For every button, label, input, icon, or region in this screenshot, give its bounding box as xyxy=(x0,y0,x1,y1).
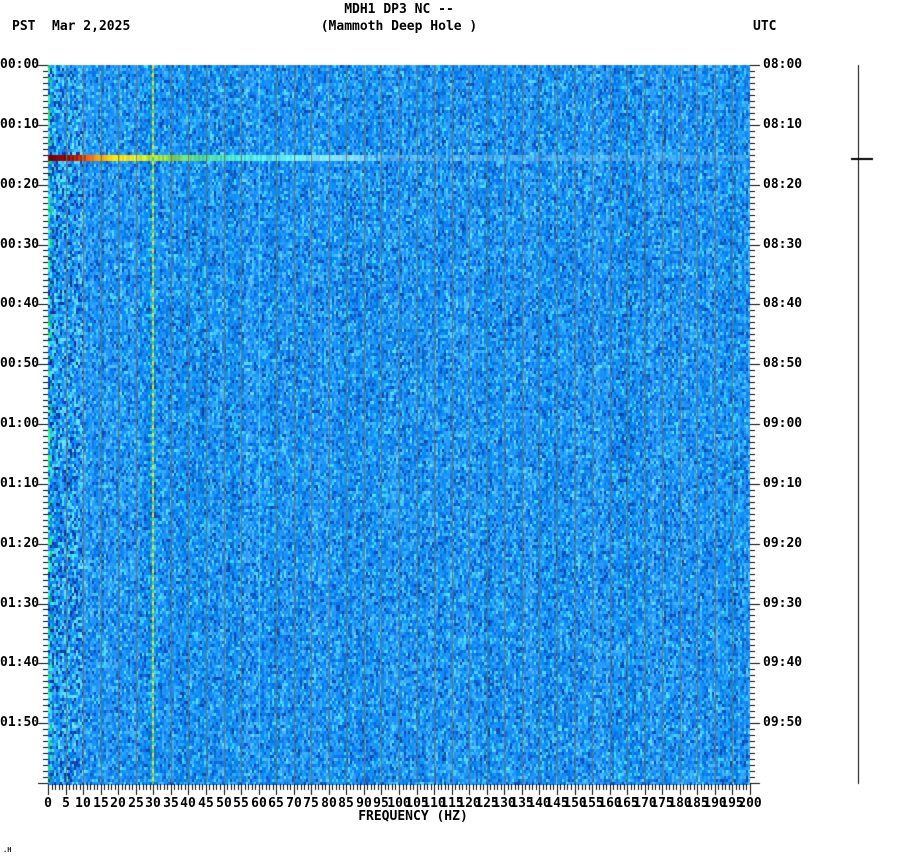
time-label-left: 01:20 xyxy=(0,536,40,551)
timezone-left-label: PST xyxy=(12,19,36,34)
freq-tick-label: 200 xyxy=(738,796,762,811)
time-label-left: 00:40 xyxy=(0,296,40,311)
time-label-right: 09:00 xyxy=(763,416,803,431)
time-label-left: 00:10 xyxy=(0,117,40,132)
time-label-right: 09:30 xyxy=(763,596,803,611)
time-label-right: 09:20 xyxy=(763,536,803,551)
time-label-right: 09:10 xyxy=(763,476,803,491)
time-label-left: 00:00 xyxy=(0,57,40,72)
corner-artifact-glyph: .H xyxy=(3,846,12,854)
time-label-right: 08:40 xyxy=(763,296,803,311)
time-label-right: 09:50 xyxy=(763,715,803,730)
page-title: MDH1 DP3 NC -- xyxy=(344,2,454,17)
time-label-left: 01:00 xyxy=(0,416,40,431)
time-label-left: 00:20 xyxy=(0,177,40,192)
spectrogram-page: PST Mar 2,2025 MDH1 DP3 NC -- (Mammoth D… xyxy=(0,0,902,864)
time-label-left: 00:30 xyxy=(0,237,40,252)
x-axis-title: FREQUENCY (HZ) xyxy=(358,809,468,824)
timezone-right-label: UTC xyxy=(753,19,777,34)
time-label-left: 00:50 xyxy=(0,356,40,371)
time-label-right: 08:50 xyxy=(763,356,803,371)
time-label-left: 01:10 xyxy=(0,476,40,491)
time-label-right: 09:40 xyxy=(763,655,803,670)
time-label-left: 01:40 xyxy=(0,655,40,670)
time-label-left: 01:50 xyxy=(0,715,40,730)
time-label-right: 08:30 xyxy=(763,237,803,252)
time-label-right: 08:20 xyxy=(763,177,803,192)
time-label-left: 01:30 xyxy=(0,596,40,611)
page-subtitle: (Mammoth Deep Hole ) xyxy=(320,19,478,34)
time-label-right: 08:00 xyxy=(763,57,803,72)
time-label-right: 08:10 xyxy=(763,117,803,132)
